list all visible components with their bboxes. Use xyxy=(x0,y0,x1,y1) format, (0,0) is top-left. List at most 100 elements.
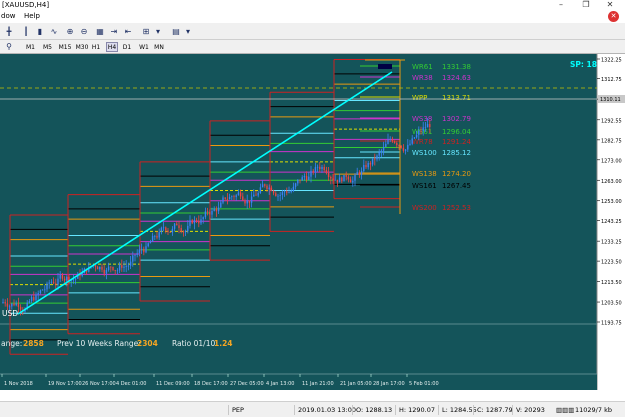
candle-body xyxy=(167,230,169,232)
candle-body xyxy=(41,289,44,291)
candle-body xyxy=(94,265,97,267)
timeframe-d1[interactable]: D1 xyxy=(121,42,133,52)
timeframe-mn[interactable]: MN xyxy=(153,42,165,52)
candle-body xyxy=(55,283,57,285)
candle-body xyxy=(13,303,15,306)
line-chart-icon[interactable]: ∿ xyxy=(48,26,60,37)
candle-body xyxy=(116,270,119,272)
candle-body xyxy=(145,246,147,253)
candle-body xyxy=(283,191,286,193)
candle-body xyxy=(121,265,123,268)
time-tick-8: 11 Jan 21:00 xyxy=(302,381,334,387)
candle-body xyxy=(402,147,405,151)
candle-body xyxy=(400,145,402,148)
candle-body xyxy=(162,227,165,229)
close-icon[interactable]: ✕ xyxy=(604,0,616,11)
periodicity-icon[interactable]: ⚲ xyxy=(3,41,15,52)
candle-body xyxy=(253,194,255,197)
level-label-9: WS200 xyxy=(412,204,437,212)
zoom-in-icon[interactable]: ⊕ xyxy=(64,26,76,37)
candlestick-icon[interactable]: ▮ xyxy=(34,26,46,37)
candle-body xyxy=(312,170,314,173)
window-title: [XAUUSD,H4] xyxy=(2,1,50,9)
indicators-icon[interactable]: ⊞ xyxy=(140,26,152,37)
templates-dropdown-icon[interactable]: ▾ xyxy=(182,26,194,37)
candle-body xyxy=(380,150,383,153)
menu-help[interactable]: Help xyxy=(24,12,40,20)
price-chart[interactable]: WR61 1331.38 WR38 1324.63 WPP 1313.71 WS38 1302… xyxy=(0,54,625,390)
candle-body xyxy=(37,292,39,296)
bar-chart-icon[interactable]: ┃ xyxy=(20,26,32,37)
time-tick-3: 4 Dec 01:00 xyxy=(116,381,146,387)
menu-window[interactable]: dow xyxy=(1,12,15,20)
indicators-dropdown-icon[interactable]: ▾ xyxy=(152,26,164,37)
level-label-3: WS38 xyxy=(412,115,432,123)
candle-body xyxy=(393,141,396,143)
restore-icon[interactable]: ❐ xyxy=(580,0,592,11)
candle-body xyxy=(222,197,224,203)
tile-windows-icon[interactable]: ▦ xyxy=(94,26,106,37)
price-tick-5: 1273.00 xyxy=(601,158,622,164)
candle-body xyxy=(189,220,191,226)
minimize-icon[interactable]: – xyxy=(555,0,567,11)
candle-body xyxy=(132,255,134,262)
candle-body xyxy=(268,187,270,190)
status-traffic: 11029/7 kb xyxy=(575,406,612,414)
candle-body xyxy=(424,127,427,129)
candle-body xyxy=(136,253,138,255)
timeframe-m5[interactable]: M5 xyxy=(41,42,54,52)
candle-body xyxy=(246,200,248,204)
candle-body xyxy=(235,195,237,198)
candle-body xyxy=(30,297,33,302)
candle-body xyxy=(134,254,136,256)
chart-shift-icon[interactable]: ⇤ xyxy=(122,26,134,37)
candle-body xyxy=(169,231,171,233)
time-tick-0: 1 Nov 2018 xyxy=(4,381,33,387)
templates-icon[interactable]: ▤ xyxy=(170,26,182,37)
candle-body xyxy=(204,211,207,218)
zoom-out-icon[interactable]: ⊖ xyxy=(78,26,90,37)
candle-body xyxy=(123,266,125,268)
autoscroll-icon[interactable]: ⇥ xyxy=(108,26,120,37)
timeframe-h4[interactable]: H4 xyxy=(106,42,118,52)
candle-body xyxy=(202,217,204,220)
candle-body xyxy=(275,193,277,197)
timeframe-m15[interactable]: M15 xyxy=(57,42,73,52)
candle-body xyxy=(409,143,411,145)
candle-body xyxy=(107,266,110,271)
candle-body xyxy=(334,179,336,181)
candle-body xyxy=(176,223,178,226)
candle-body xyxy=(286,191,288,193)
level-value-5: 1291.24 xyxy=(442,138,471,146)
time-tick-2: 26 Nov 17:00 xyxy=(82,381,116,387)
candle-body xyxy=(327,173,330,177)
candle-body xyxy=(105,270,108,274)
candle-body xyxy=(319,166,321,170)
candle-body xyxy=(391,138,394,142)
candle-body xyxy=(74,278,77,280)
candle-body xyxy=(11,303,13,307)
candle-body xyxy=(310,170,312,177)
main-toolbar: ╋ ┃ ▮ ∿ ⊕ ⊖ ▦ ⇥ ⇤ ⊞ ▾ ▤ ▾ xyxy=(0,23,625,40)
candle-body xyxy=(129,261,132,266)
timeframe-m30[interactable]: M30 xyxy=(74,42,90,52)
trendline-anchor xyxy=(378,64,392,69)
candle-body xyxy=(321,166,323,170)
price-tick-3: 1292.55 xyxy=(601,118,622,124)
candle-body xyxy=(301,177,303,181)
crosshair-icon[interactable]: ╋ xyxy=(3,26,15,37)
level-value-3: 1302.79 xyxy=(442,115,471,123)
candle-body xyxy=(125,265,127,267)
candle-body xyxy=(270,187,273,191)
candle-body xyxy=(264,184,266,186)
candle-body xyxy=(277,195,279,197)
timeframe-w1[interactable]: W1 xyxy=(138,42,150,52)
chart-close-icon[interactable]: ✕ xyxy=(608,11,619,22)
candle-body xyxy=(385,143,387,147)
timeframe-m1[interactable]: M1 xyxy=(24,42,37,52)
candle-body xyxy=(374,158,376,160)
chart-canvas[interactable]: WR61 1331.38 WR38 1324.63 WPP 1313.71 WS38 1302… xyxy=(0,54,625,390)
candle-body xyxy=(154,235,156,237)
timeframe-h1[interactable]: H1 xyxy=(90,42,102,52)
candle-body xyxy=(356,172,358,175)
